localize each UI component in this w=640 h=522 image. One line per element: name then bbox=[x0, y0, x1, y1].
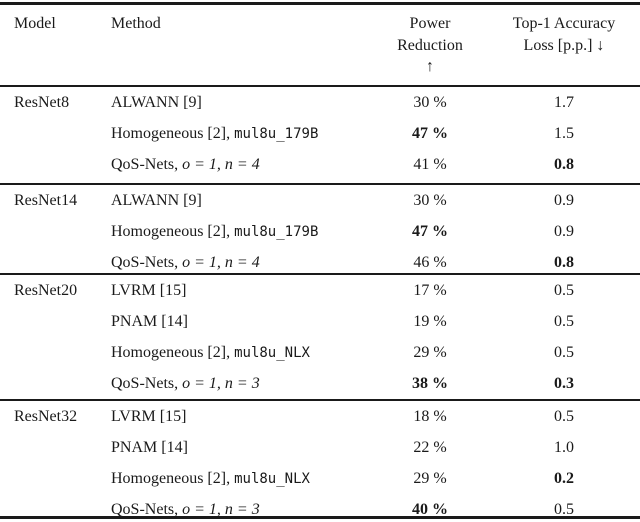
method-label: Homogeneous [2], bbox=[111, 125, 235, 142]
top-rule bbox=[0, 2, 640, 5]
accuracy-loss-cell: 0.5 bbox=[554, 313, 574, 330]
method-params: o = 1, n = 4 bbox=[182, 254, 260, 271]
power-reduction-cell: 30 % bbox=[413, 94, 447, 111]
accuracy-loss-cell: 0.5 bbox=[554, 282, 574, 299]
method-label: ALWANN [9] bbox=[111, 94, 202, 111]
model-name: ResNet32 bbox=[14, 408, 78, 425]
model-name: ResNet20 bbox=[14, 282, 78, 299]
power-reduction-cell: 18 % bbox=[413, 408, 447, 425]
accuracy-loss-cell: 0.8 bbox=[554, 254, 574, 271]
method-cell: Homogeneous [2], mul8u_179B bbox=[111, 124, 318, 144]
method-label: LVRM [15] bbox=[111, 282, 187, 299]
accuracy-loss-cell: 0.9 bbox=[554, 192, 574, 209]
method-cell: LVRM [15] bbox=[111, 281, 186, 301]
method-cell: QoS-Nets, o = 1, n = 3 bbox=[111, 374, 260, 394]
group-separator bbox=[0, 183, 640, 185]
method-params: o = 1, n = 3 bbox=[182, 375, 260, 392]
method-label: ALWANN [9] bbox=[111, 192, 202, 209]
power-reduction-cell: 47 % bbox=[412, 223, 448, 240]
power-reduction-cell: 38 % bbox=[412, 375, 448, 392]
method-label: PNAM [14] bbox=[111, 313, 188, 330]
multiplier-code: mul8u_179B bbox=[234, 126, 319, 142]
power-reduction-cell: 41 % bbox=[413, 156, 447, 173]
accuracy-loss-cell: 0.8 bbox=[554, 156, 574, 173]
method-cell: PNAM [14] bbox=[111, 312, 188, 332]
method-cell: Homogeneous [2], mul8u_NLX bbox=[111, 469, 310, 489]
power-reduction-cell: 19 % bbox=[413, 313, 447, 330]
method-cell: Homogeneous [2], mul8u_179B bbox=[111, 222, 318, 242]
method-cell: ALWANN [9] bbox=[111, 191, 202, 211]
method-label: PNAM [14] bbox=[111, 439, 188, 456]
power-reduction-cell: 29 % bbox=[413, 344, 447, 361]
header-power-line1: Power bbox=[409, 15, 451, 32]
method-cell: PNAM [14] bbox=[111, 438, 188, 458]
accuracy-loss-cell: 1.7 bbox=[554, 94, 574, 111]
method-cell: Homogeneous [2], mul8u_NLX bbox=[111, 343, 310, 363]
method-label: QoS-Nets, bbox=[111, 254, 183, 271]
header-model: Model bbox=[14, 15, 56, 32]
accuracy-loss-cell: 0.9 bbox=[554, 223, 574, 240]
header-accuracy-line2: Loss [p.p.] ↓ bbox=[523, 37, 605, 54]
accuracy-loss-cell: 0.3 bbox=[554, 375, 574, 392]
method-label: QoS-Nets, bbox=[111, 156, 183, 173]
power-reduction-cell: 29 % bbox=[413, 470, 447, 487]
accuracy-loss-cell: 0.2 bbox=[554, 470, 574, 487]
method-cell: LVRM [15] bbox=[111, 407, 186, 427]
method-label: QoS-Nets, bbox=[111, 375, 183, 392]
header-power-arrow: ↑ bbox=[426, 58, 434, 75]
accuracy-loss-cell: 1.5 bbox=[554, 125, 574, 142]
accuracy-loss-cell: 1.0 bbox=[554, 439, 574, 456]
method-cell: QoS-Nets, o = 1, n = 4 bbox=[111, 155, 260, 175]
method-cell: ALWANN [9] bbox=[111, 93, 202, 113]
accuracy-loss-cell: 0.5 bbox=[554, 344, 574, 361]
power-reduction-cell: 30 % bbox=[413, 192, 447, 209]
method-label: LVRM [15] bbox=[111, 408, 187, 425]
power-reduction-cell: 46 % bbox=[413, 254, 447, 271]
method-label: Homogeneous [2], bbox=[111, 223, 235, 240]
bottom-rule bbox=[0, 516, 640, 519]
power-reduction-cell: 17 % bbox=[413, 282, 447, 299]
group-separator bbox=[0, 399, 640, 401]
group-separator bbox=[0, 273, 640, 275]
model-name: ResNet14 bbox=[14, 192, 78, 209]
header-power-line2: Reduction bbox=[397, 37, 463, 54]
power-reduction-cell: 47 % bbox=[412, 125, 448, 142]
method-cell: QoS-Nets, o = 1, n = 4 bbox=[111, 253, 260, 273]
header-accuracy-line1: Top-1 Accuracy bbox=[512, 15, 616, 32]
multiplier-code: mul8u_NLX bbox=[234, 345, 310, 361]
multiplier-code: mul8u_NLX bbox=[234, 471, 310, 487]
method-label: Homogeneous [2], bbox=[111, 470, 235, 487]
method-label: Homogeneous [2], bbox=[111, 344, 235, 361]
power-reduction-cell: 22 % bbox=[413, 439, 447, 456]
method-params: o = 1, n = 4 bbox=[182, 156, 260, 173]
accuracy-loss-cell: 0.5 bbox=[554, 408, 574, 425]
model-name: ResNet8 bbox=[14, 94, 70, 111]
header-rule bbox=[0, 85, 640, 87]
header-method: Method bbox=[111, 15, 161, 32]
multiplier-code: mul8u_179B bbox=[234, 224, 319, 240]
